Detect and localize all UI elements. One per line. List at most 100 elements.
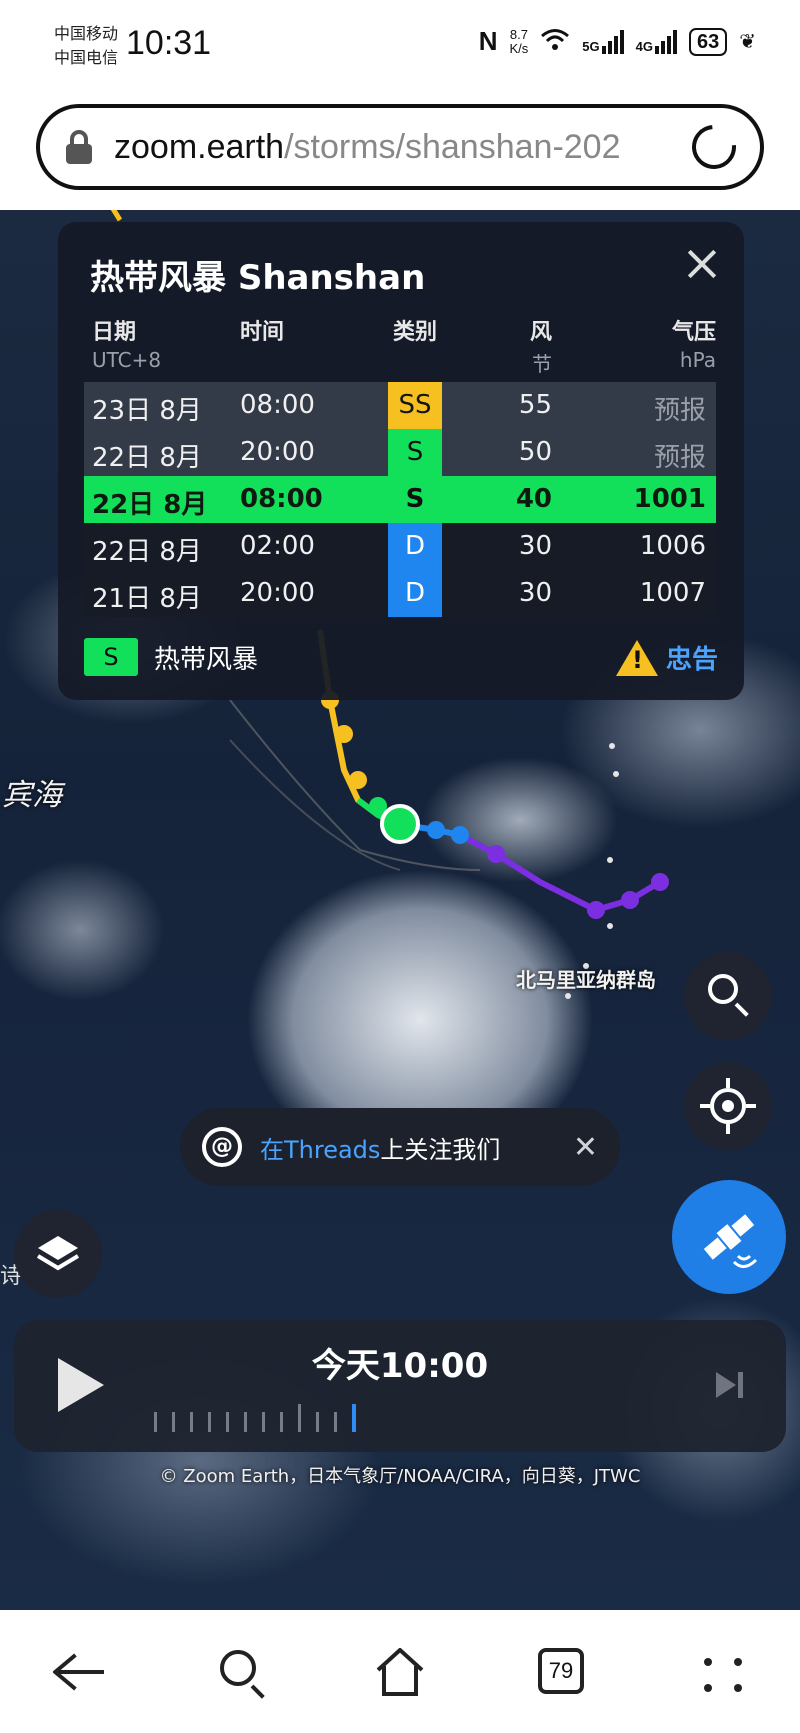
island-dot <box>607 923 613 929</box>
speed-unit: K/s <box>509 40 529 56</box>
row-pressure: 1006 <box>639 531 706 561</box>
header-wind-sub: 节 <box>532 352 552 376</box>
row-time: 20:00 <box>240 578 315 608</box>
advisory-link[interactable]: ! 忠告 <box>615 639 718 676</box>
map-label-islands: 北马里亚纳群岛 <box>516 968 656 992</box>
timeline-current-marker[interactable] <box>352 1404 356 1432</box>
timeline-scrubber[interactable] <box>154 1404 356 1432</box>
network-type-2: 4G <box>635 38 653 54</box>
row-time: 08:00 <box>240 484 323 514</box>
url-field[interactable]: zoom.earth/storms/shanshan-202 <box>114 128 674 167</box>
advisory-label: 忠告 <box>665 645 718 675</box>
search-button[interactable] <box>214 1644 274 1700</box>
track-point[interactable] <box>587 901 605 919</box>
address-bar[interactable]: zoom.earth/storms/shanshan-202 <box>36 104 764 190</box>
storm-title: 热带风暴 Shanshan <box>90 258 426 298</box>
timeline-tick <box>190 1412 193 1432</box>
track-point[interactable] <box>487 845 505 863</box>
island-dot <box>565 993 571 999</box>
table-row[interactable]: 21日 8月 20:00 D 30 1007 <box>84 570 716 617</box>
home-button[interactable] <box>370 1644 430 1700</box>
signal-5g: 5G <box>582 29 624 54</box>
timeline-player: 今天10:00 <box>14 1320 786 1452</box>
menu-button[interactable] <box>694 1644 754 1700</box>
timeline-tick <box>262 1412 265 1432</box>
locate-button[interactable] <box>684 1062 772 1150</box>
timeline-tick <box>334 1412 337 1432</box>
status-icons: N 8.7 K/s 5G 4G 63 ❦ <box>479 26 756 57</box>
track-segment-top <box>110 210 123 222</box>
close-icon[interactable] <box>682 244 722 284</box>
row-category: S <box>388 476 442 523</box>
track-point[interactable] <box>451 826 469 844</box>
track-point[interactable] <box>335 725 353 743</box>
tab-count: 79 <box>538 1648 584 1694</box>
map-search-button[interactable] <box>684 952 772 1040</box>
wifi-icon <box>540 27 570 56</box>
row-date: 23日 8月 <box>92 396 202 426</box>
satellite-icon <box>703 1214 758 1268</box>
timeline-tick <box>172 1412 175 1432</box>
warning-icon: ! <box>615 639 658 676</box>
close-icon[interactable]: ✕ <box>573 1130 598 1165</box>
network-speed: 8.7 K/s <box>509 27 529 56</box>
signal-bars-icon <box>654 29 677 54</box>
map-label-coast: 宾海 <box>2 778 62 813</box>
timeline-tick <box>208 1412 211 1432</box>
current-position-marker[interactable] <box>380 804 420 844</box>
carrier-1: 中国移动 <box>54 24 119 43</box>
row-pressure: 预报 <box>653 396 706 426</box>
track-point[interactable] <box>651 873 669 891</box>
network-type-1: 5G <box>582 38 600 54</box>
table-row[interactable]: 23日 8月 08:00 SS 55 预报 <box>84 382 716 429</box>
timeline-tick <box>154 1412 157 1432</box>
back-button[interactable] <box>50 1644 110 1700</box>
island-dot <box>613 771 619 777</box>
eco-leaf-icon: ❦ <box>739 31 756 53</box>
timeline-tick <box>280 1412 283 1432</box>
skip-forward-icon[interactable] <box>716 1370 746 1400</box>
header-date-sub: UTC+8 <box>92 348 162 372</box>
header-wind: 风 <box>529 320 552 345</box>
row-date: 21日 8月 <box>92 584 202 614</box>
header-pressure-sub: hPa <box>679 348 716 372</box>
table-row-current[interactable]: 22日 8月 08:00 S 40 1001 <box>84 476 716 523</box>
signal-4g: 4G <box>635 29 677 54</box>
row-wind: 55 <box>518 390 552 420</box>
timeline-time: 今天10:00 <box>311 1346 489 1386</box>
tabs-button[interactable]: 79 <box>536 1644 596 1700</box>
table-row[interactable]: 22日 8月 02:00 D 30 1006 <box>84 523 716 570</box>
category-legend: S 热带风暴 <box>84 638 258 676</box>
threads-text[interactable]: 在Threads上关注我们 <box>260 1130 500 1165</box>
threads-banner[interactable]: @ 在Threads上关注我们 ✕ <box>180 1108 620 1186</box>
satellite-layer-button[interactable] <box>672 1180 786 1294</box>
header-time: 时间 <box>240 320 285 345</box>
home-icon <box>376 1648 424 1696</box>
track-point[interactable] <box>427 821 445 839</box>
layers-button[interactable] <box>14 1210 102 1298</box>
legend-code-badge: S <box>84 638 138 676</box>
nfc-icon: N <box>478 26 498 56</box>
carrier-labels: 中国移动 中国电信 <box>54 22 118 70</box>
timeline-tick <box>298 1404 301 1432</box>
url-path: /storms/shanshan-202 <box>284 127 621 166</box>
map-credits: © Zoom Earth，日本气象厅/NOAA/CIRA，向日葵，JTWC <box>159 1466 641 1487</box>
row-date: 22日 8月 <box>92 537 202 567</box>
layers-icon <box>36 1236 80 1271</box>
header-category: 类别 <box>392 320 437 345</box>
track-point[interactable] <box>349 771 367 789</box>
carrier-2: 中国电信 <box>54 48 119 67</box>
timeline-tick <box>244 1412 247 1432</box>
reload-icon[interactable] <box>683 116 745 178</box>
back-arrow-icon <box>56 1670 104 1674</box>
island-dot <box>609 743 615 749</box>
threads-link[interactable]: 在Threads <box>260 1136 380 1164</box>
row-pressure: 1001 <box>633 484 706 514</box>
timeline-tick <box>316 1412 319 1432</box>
track-point[interactable] <box>621 891 639 909</box>
lock-icon[interactable] <box>64 130 94 164</box>
timeline-tick <box>226 1412 229 1432</box>
table-row[interactable]: 22日 8月 20:00 S 50 预报 <box>84 429 716 476</box>
signal-bars-icon <box>601 29 624 54</box>
storm-info-panel: 热带风暴 Shanshan 日期 UTC+8 时间 类别 风 节 气压 hPa … <box>58 222 744 700</box>
